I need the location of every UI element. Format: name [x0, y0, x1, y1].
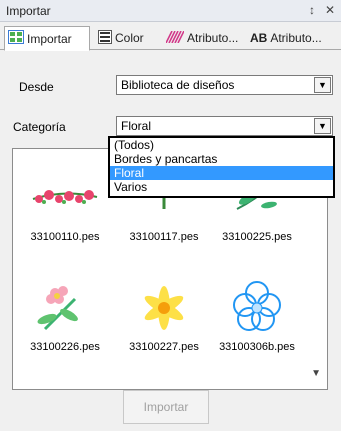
import-button[interactable]: Importar [123, 390, 209, 424]
tab-color[interactable]: Color [98, 26, 162, 50]
panel-titlebar: Importar ↕ ✕ [0, 0, 341, 22]
source-value: Biblioteca de diseños [121, 78, 235, 92]
yellow-flower-design-icon [118, 279, 210, 337]
chevron-down-icon[interactable]: ▼ [314, 77, 331, 93]
tab-strip: Importar Color Atributo... AB Atributo..… [0, 22, 341, 51]
thumbnail-filename: 33100306b.pes [219, 341, 295, 353]
stitch-attribute-icon [166, 30, 185, 46]
dropdown-option[interactable]: (Todos) [110, 138, 333, 152]
import-icon [8, 30, 24, 47]
close-icon[interactable]: ✕ [325, 3, 335, 17]
chevron-down-icon[interactable]: ▼ [314, 118, 331, 134]
thumbnail-filename: 33100226.pes [30, 341, 100, 353]
source-label: Desde [19, 80, 54, 94]
thumbnail-filename: 33100110.pes [30, 231, 100, 243]
category-dropdown-list[interactable]: (Todos) Bordes y pancartas Floral Varios [108, 136, 335, 198]
flower-border-design-icon [19, 169, 111, 227]
text-attribute-icon: AB [250, 31, 268, 45]
tab-text-attribute[interactable]: AB Atributo... [250, 26, 338, 50]
thumbnail-item[interactable]: 33100227.pes [118, 279, 210, 353]
tab-color-label: Color [115, 31, 144, 45]
panel-title: Importar [6, 3, 51, 18]
thumbnail-filename: 33100227.pes [129, 341, 199, 353]
color-list-icon [98, 29, 112, 47]
dropdown-option[interactable]: Bordes y pancartas [110, 152, 333, 166]
tab-stitch-attribute-label: Atributo... [187, 31, 239, 45]
source-select[interactable]: Biblioteca de diseños ▼ [116, 75, 333, 95]
thumbnail-item[interactable]: 33100226.pes [19, 279, 111, 353]
dropdown-option-selected[interactable]: Floral [110, 166, 333, 180]
scroll-down-icon[interactable]: ▼ [311, 368, 321, 379]
category-select[interactable]: Floral ▼ [116, 116, 333, 136]
tab-import-label: Importar [27, 31, 72, 46]
thumbnail-filename: 33100117.pes [129, 231, 199, 243]
thumbnail-filename: 33100225.pes [222, 231, 292, 243]
tab-stitch-attribute[interactable]: Atributo... [166, 26, 244, 50]
pink-flower-design-icon [19, 279, 111, 337]
thumbnail-item[interactable]: 33100306b.pes [211, 279, 303, 353]
tab-import[interactable]: Importar [4, 26, 90, 51]
tab-text-attribute-label: Atributo... [270, 31, 322, 45]
category-label: Categoría [13, 120, 66, 134]
thumbnail-item[interactable]: 33100110.pes [19, 169, 111, 243]
pin-icon[interactable]: ↕ [309, 3, 315, 17]
category-value: Floral [121, 119, 152, 133]
blue-flower-outline-icon [211, 279, 303, 337]
dropdown-option[interactable]: Varios [110, 180, 333, 194]
